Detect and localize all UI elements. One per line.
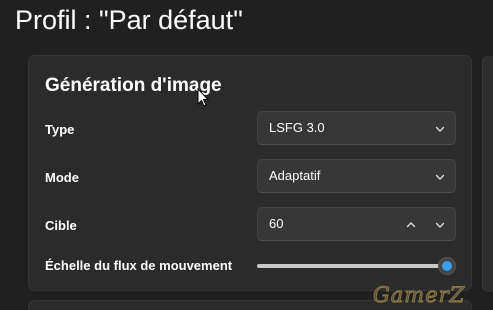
- type-value: LSFG 3.0: [269, 120, 325, 135]
- mode-dropdown[interactable]: Adaptatif: [257, 159, 456, 193]
- chevron-down-icon[interactable]: [434, 219, 446, 231]
- type-dropdown[interactable]: LSFG 3.0: [257, 111, 456, 145]
- target-number-box[interactable]: 60: [257, 207, 456, 241]
- flow-scale-label: Échelle du flux de mouvement: [45, 258, 233, 273]
- flow-scale-slider-track[interactable]: [257, 264, 447, 268]
- section-title: Génération d'image: [45, 75, 222, 96]
- slider-thumb-dot: [442, 261, 452, 271]
- target-value[interactable]: 60: [269, 216, 283, 232]
- gamerz-watermark: GamerZ: [372, 283, 466, 308]
- page-title: Profil : "Par défaut": [15, 5, 243, 35]
- chevron-down-icon: [434, 123, 446, 135]
- mode-label: Mode: [45, 170, 79, 185]
- frame-generation-card: Génération d'image Type LSFG 3.0 Mode Ad…: [28, 55, 472, 291]
- right-scroll-strip: [482, 56, 493, 292]
- chevron-up-icon[interactable]: [405, 219, 417, 231]
- flow-scale-slider-thumb[interactable]: [438, 257, 456, 275]
- mode-value: Adaptatif: [269, 168, 321, 183]
- mouse-pointer-icon: [197, 88, 209, 107]
- target-label: Cible: [45, 218, 77, 233]
- chevron-down-icon: [434, 171, 446, 183]
- type-label: Type: [45, 122, 75, 137]
